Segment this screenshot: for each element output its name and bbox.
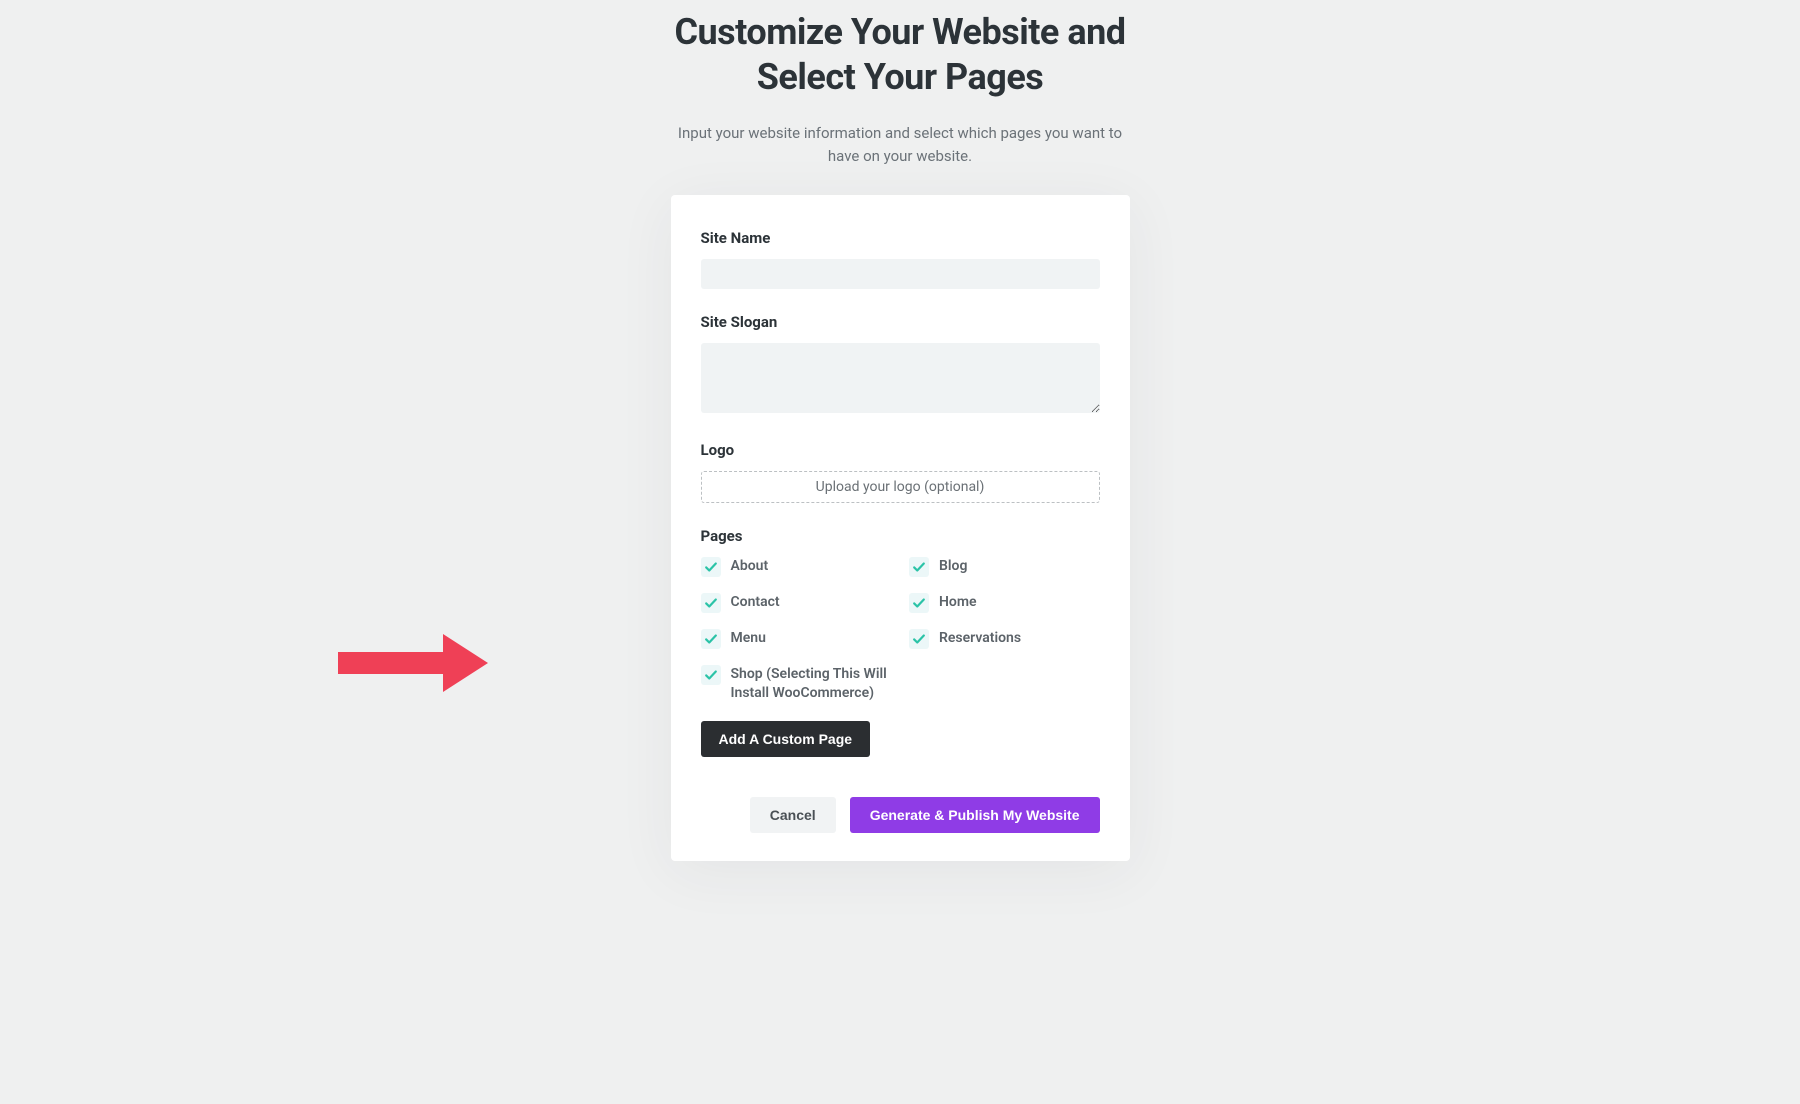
checkmark-icon [909, 593, 929, 613]
checkmark-icon [701, 593, 721, 613]
page-item-shop[interactable]: Shop (Selecting This Will Install WooCom… [701, 665, 892, 703]
page-item-label: Reservations [939, 629, 1021, 648]
site-name-input[interactable] [701, 259, 1100, 289]
site-slogan-label: Site Slogan [701, 313, 1100, 331]
pages-group: Pages About Blog [701, 527, 1100, 757]
arrow-right-icon [333, 632, 493, 698]
logo-label: Logo [701, 441, 1100, 459]
page-item-home[interactable]: Home [909, 593, 1100, 613]
cancel-button[interactable]: Cancel [750, 797, 836, 833]
page-subtitle: Input your website information and selec… [670, 122, 1130, 167]
customize-card: Site Name Site Slogan Logo Upload your l… [671, 195, 1130, 861]
footer-actions: Cancel Generate & Publish My Website [701, 797, 1100, 833]
page-item-contact[interactable]: Contact [701, 593, 892, 613]
checkmark-icon [701, 629, 721, 649]
checkmark-icon [701, 665, 721, 685]
site-slogan-input[interactable] [701, 343, 1100, 413]
logo-upload-area[interactable]: Upload your logo (optional) [701, 471, 1100, 503]
page-item-blog[interactable]: Blog [909, 557, 1100, 577]
add-custom-page-button[interactable]: Add A Custom Page [701, 721, 871, 757]
site-name-group: Site Name [701, 229, 1100, 289]
pages-label: Pages [701, 527, 1100, 545]
pages-grid: About Blog Contact [701, 557, 1100, 703]
checkmark-icon [909, 629, 929, 649]
site-slogan-group: Site Slogan [701, 313, 1100, 417]
page-item-label: Menu [731, 629, 766, 648]
page-item-label: Contact [731, 593, 780, 612]
page-item-label: About [731, 557, 769, 576]
site-name-label: Site Name [701, 229, 1100, 247]
page-item-about[interactable]: About [701, 557, 892, 577]
page-item-label: Blog [939, 557, 967, 576]
page-item-reservations[interactable]: Reservations [909, 629, 1100, 649]
page-item-label: Home [939, 593, 977, 612]
page-item-menu[interactable]: Menu [701, 629, 892, 649]
logo-group: Logo Upload your logo (optional) [701, 441, 1100, 503]
page-title: Customize Your Website and Select Your P… [630, 10, 1170, 100]
generate-publish-button[interactable]: Generate & Publish My Website [850, 797, 1100, 833]
checkmark-icon [909, 557, 929, 577]
checkmark-icon [701, 557, 721, 577]
page-item-label: Shop (Selecting This Will Install WooCom… [731, 665, 892, 703]
